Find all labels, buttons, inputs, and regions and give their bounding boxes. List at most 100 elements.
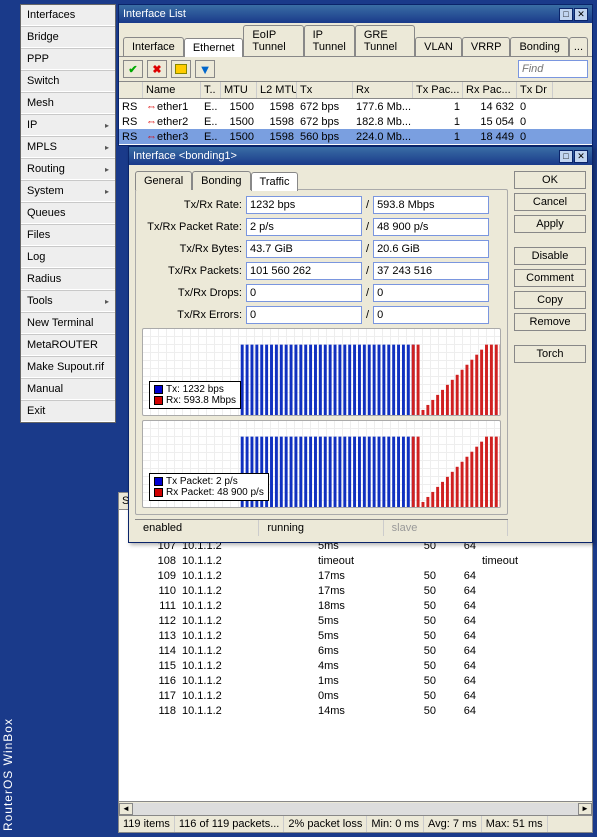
table-row[interactable]: 11610.1.1.21ms5064 — [119, 675, 592, 690]
sidebar-item[interactable]: MPLS▸ — [21, 136, 115, 158]
legend-item: Rx Packet: 48 900 p/s — [154, 487, 264, 498]
minimize-icon[interactable]: □ — [559, 8, 573, 21]
sidebar-item[interactable]: Files — [21, 224, 115, 246]
sidebar-item[interactable]: Radius — [21, 268, 115, 290]
sidebar-item[interactable]: PPP — [21, 48, 115, 70]
tab[interactable]: Bonding — [510, 37, 568, 56]
ping-body[interactable]: 10510.1.1.2timeouttimeout10610.1.1.214ms… — [119, 510, 592, 801]
table-row[interactable]: 11110.1.1.218ms5064 — [119, 600, 592, 615]
cancel-button[interactable]: Cancel — [514, 193, 586, 211]
close-icon[interactable]: ✕ — [574, 8, 588, 21]
table-row[interactable]: 11410.1.1.26ms5064 — [119, 645, 592, 660]
toolbar: ✔ ✖ ▼ — [119, 57, 592, 82]
col-header[interactable]: Rx Pac... — [463, 82, 517, 98]
col-header[interactable]: L2 MTU — [257, 82, 297, 98]
sidebar-item[interactable]: Interfaces — [21, 5, 115, 26]
sidebar-item[interactable]: Routing▸ — [21, 158, 115, 180]
tab[interactable]: GRE Tunnel — [355, 25, 415, 56]
col-header[interactable] — [119, 82, 143, 98]
table-row[interactable]: 11510.1.1.24ms5064 — [119, 660, 592, 675]
sidebar-item[interactable]: Make Supout.rif — [21, 356, 115, 378]
copy-button[interactable]: Copy — [514, 291, 586, 309]
col-header[interactable]: Rx — [353, 82, 413, 98]
disable-button[interactable]: ✖ — [147, 60, 167, 78]
col-header[interactable]: Name — [143, 82, 201, 98]
field-tx[interactable] — [246, 240, 362, 258]
field-label: Tx/Rx Bytes: — [142, 243, 246, 255]
grid-body[interactable]: RS⇔ether1E..15001598672 bps177.6 Mb...11… — [119, 99, 592, 145]
scrollbar-h[interactable]: ◄ ► — [119, 801, 592, 815]
apply-button[interactable]: Apply — [514, 215, 586, 233]
enable-button[interactable]: ✔ — [123, 60, 143, 78]
col-header[interactable]: T.. — [201, 82, 221, 98]
tab[interactable]: Traffic — [251, 172, 299, 191]
tab[interactable]: Ethernet — [184, 38, 244, 57]
sidebar-item[interactable]: New Terminal — [21, 312, 115, 334]
field-tx[interactable] — [246, 306, 362, 324]
sidebar-item[interactable]: System▸ — [21, 180, 115, 202]
ok-button[interactable]: OK — [514, 171, 586, 189]
tab[interactable]: EoIP Tunnel — [243, 25, 303, 56]
col-header[interactable]: Tx Dr — [517, 82, 553, 98]
tab[interactable]: VLAN — [415, 37, 462, 56]
table-row[interactable]: 10910.1.1.217ms5064 — [119, 570, 592, 585]
list-item[interactable]: RS⇔ether1E..15001598672 bps177.6 Mb...11… — [119, 99, 592, 114]
field-rx[interactable] — [373, 240, 489, 258]
sidebar-item[interactable]: Mesh — [21, 92, 115, 114]
sidebar-item[interactable]: Log — [21, 246, 115, 268]
table-row[interactable]: 11810.1.1.214ms5064 — [119, 705, 592, 720]
find-input[interactable] — [518, 60, 588, 78]
col-header[interactable]: Tx Pac... — [413, 82, 463, 98]
disable-button[interactable]: Disable — [514, 247, 586, 265]
scroll-right-icon[interactable]: ► — [578, 803, 592, 815]
field-tx[interactable] — [246, 196, 362, 214]
tab[interactable]: IP Tunnel — [304, 25, 355, 56]
sidebar-item[interactable]: Queues — [21, 202, 115, 224]
tab[interactable]: VRRP — [462, 37, 511, 56]
field-rx[interactable] — [373, 218, 489, 236]
field-row: Tx/Rx Rate:/ — [142, 196, 501, 214]
tabstrip: InterfaceEthernetEoIP TunnelIP TunnelGRE… — [119, 23, 592, 57]
table-row[interactable]: 11310.1.1.25ms5064 — [119, 630, 592, 645]
list-item[interactable]: RS⇔ether3E..15001598560 bps224.0 Mb...11… — [119, 129, 592, 144]
comment-button[interactable] — [171, 60, 191, 78]
table-row[interactable]: 11710.1.1.20ms5064 — [119, 690, 592, 705]
tab[interactable]: Interface — [123, 37, 184, 56]
minimize-icon[interactable]: □ — [559, 150, 573, 163]
tab[interactable]: Bonding — [192, 171, 250, 190]
sidebar-item[interactable]: Tools▸ — [21, 290, 115, 312]
scroll-left-icon[interactable]: ◄ — [119, 803, 133, 815]
close-icon[interactable]: ✕ — [574, 150, 588, 163]
rate-graph: Tx: 1232 bpsRx: 593.8 Mbps — [142, 328, 501, 416]
sidebar-item[interactable]: Exit — [21, 400, 115, 422]
sidebar-item[interactable]: IP▸ — [21, 114, 115, 136]
torch-button[interactable]: Torch — [514, 345, 586, 363]
table-row[interactable]: 11010.1.1.217ms5064 — [119, 585, 592, 600]
list-item[interactable]: RS⇔ether2E..15001598672 bps182.8 Mb...11… — [119, 114, 592, 129]
table-row[interactable]: 11210.1.1.25ms5064 — [119, 615, 592, 630]
field-tx[interactable] — [246, 218, 362, 236]
comment-button[interactable]: Comment — [514, 269, 586, 287]
field-rx[interactable] — [373, 262, 489, 280]
field-rx[interactable] — [373, 196, 489, 214]
field-row: Tx/Rx Packet Rate:/ — [142, 218, 501, 236]
table-row[interactable]: 10810.1.1.2timeouttimeout — [119, 555, 592, 570]
sidebar-item[interactable]: Manual — [21, 378, 115, 400]
tab[interactable]: ... — [569, 37, 588, 56]
sidebar-item[interactable]: MetaROUTER — [21, 334, 115, 356]
sidebar-item[interactable]: Bridge — [21, 26, 115, 48]
col-header[interactable]: Tx — [297, 82, 353, 98]
field-tx[interactable] — [246, 262, 362, 280]
tab[interactable]: General — [135, 171, 192, 190]
field-rx[interactable] — [373, 284, 489, 302]
field-tx[interactable] — [246, 284, 362, 302]
legend-item: Rx: 593.8 Mbps — [154, 395, 236, 406]
grid-header[interactable]: NameT..MTUL2 MTUTxRxTx Pac...Rx Pac...Tx… — [119, 82, 592, 99]
filter-button[interactable]: ▼ — [195, 60, 215, 78]
field-label: Tx/Rx Rate: — [142, 199, 246, 211]
status-cell: running — [259, 520, 383, 536]
col-header[interactable]: MTU — [221, 82, 257, 98]
remove-button[interactable]: Remove — [514, 313, 586, 331]
sidebar-item[interactable]: Switch — [21, 70, 115, 92]
field-rx[interactable] — [373, 306, 489, 324]
